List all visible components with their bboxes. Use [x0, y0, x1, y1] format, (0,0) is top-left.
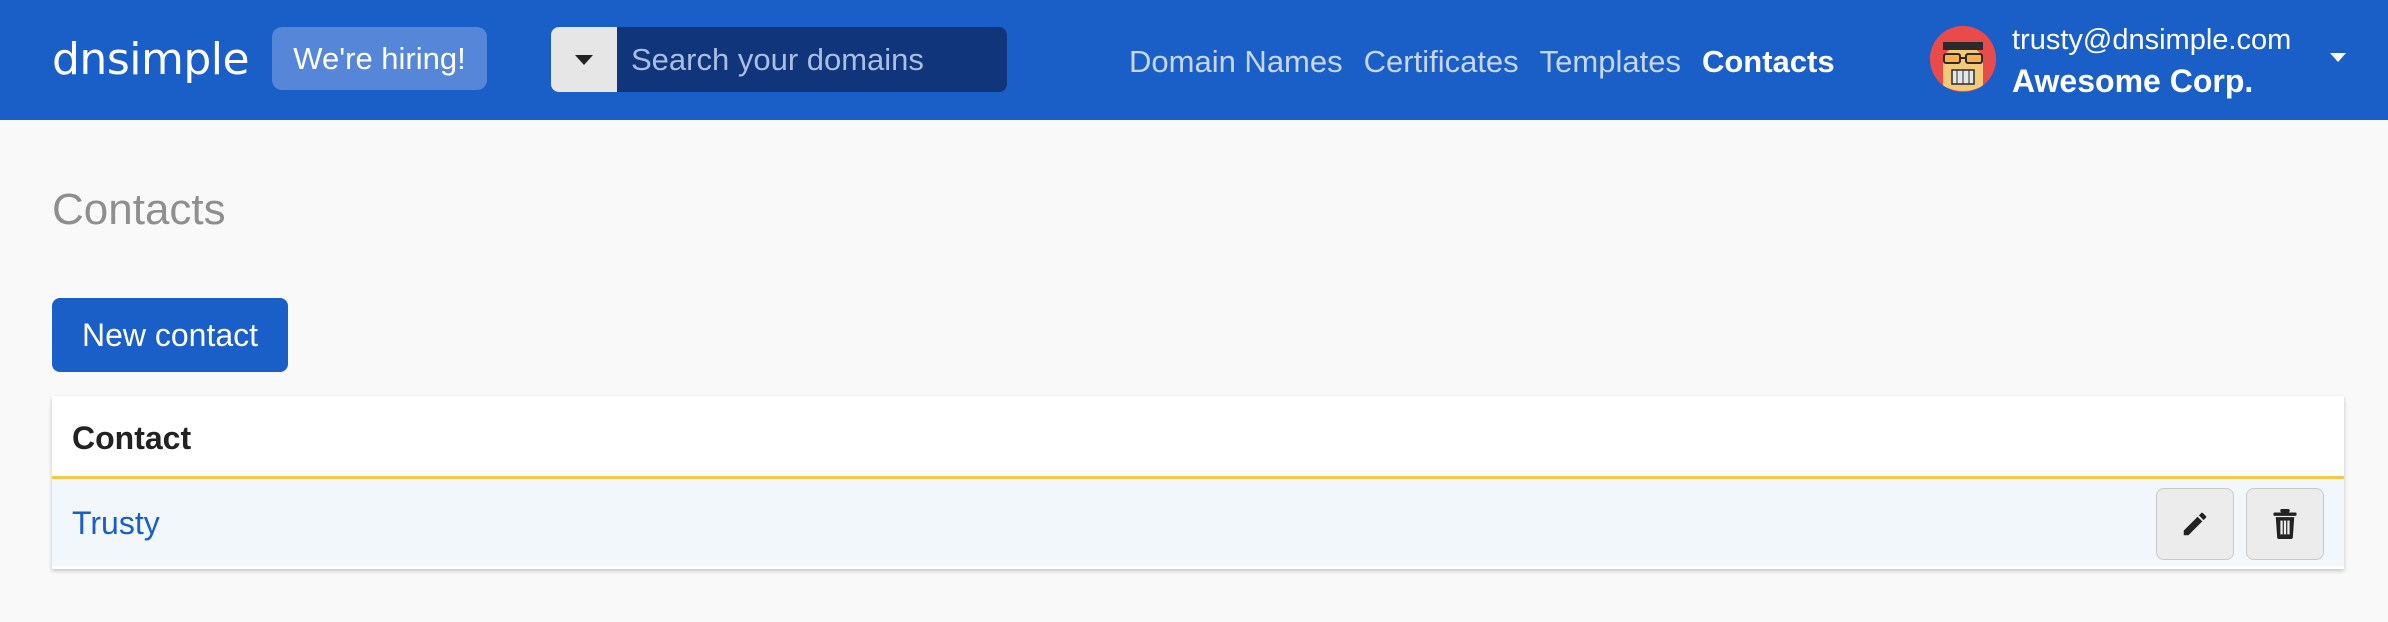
hiring-badge[interactable]: We're hiring! [272, 27, 487, 90]
trash-icon [2273, 509, 2297, 539]
search-scope-toggle[interactable] [551, 27, 617, 92]
table-header: Contact [52, 396, 2344, 479]
column-header-contact: Contact [72, 420, 192, 456]
account-org-name: Awesome Corp. [2012, 63, 2254, 99]
top-navbar: dnsimple We're hiring! Domain Names Cert… [0, 0, 2388, 120]
nav-domain-names[interactable]: Domain Names [1129, 40, 1343, 84]
edit-contact-button[interactable] [2156, 488, 2234, 560]
delete-contact-button[interactable] [2246, 488, 2324, 560]
main-nav: Domain Names Certificates Templates Cont… [1129, 40, 1856, 84]
contacts-table: Contact Trusty [52, 396, 2344, 569]
account-email: trusty@dnsimple.com [2012, 24, 2292, 56]
row-actions [2156, 488, 2324, 560]
dnsimple-logo[interactable]: dnsimple [52, 30, 250, 90]
nav-templates[interactable]: Templates [1540, 40, 1681, 84]
new-contact-button[interactable]: New contact [52, 298, 288, 372]
table-row: Trusty [52, 479, 2344, 566]
chevron-down-icon[interactable] [2330, 53, 2346, 62]
chevron-down-icon [575, 54, 593, 65]
account-menu[interactable]: trusty@dnsimple.com Awesome Corp. [1930, 22, 2350, 102]
pencil-icon [2183, 512, 2207, 536]
avatar [1930, 26, 1996, 92]
nav-certificates[interactable]: Certificates [1364, 40, 1519, 84]
page-title: Contacts [52, 185, 226, 234]
nav-contacts[interactable]: Contacts [1702, 40, 1835, 84]
search-input[interactable] [617, 27, 1007, 92]
contact-name-link[interactable]: Trusty [72, 501, 160, 545]
trusty-mascot-icon [1930, 26, 1996, 92]
domain-search [551, 27, 1007, 92]
